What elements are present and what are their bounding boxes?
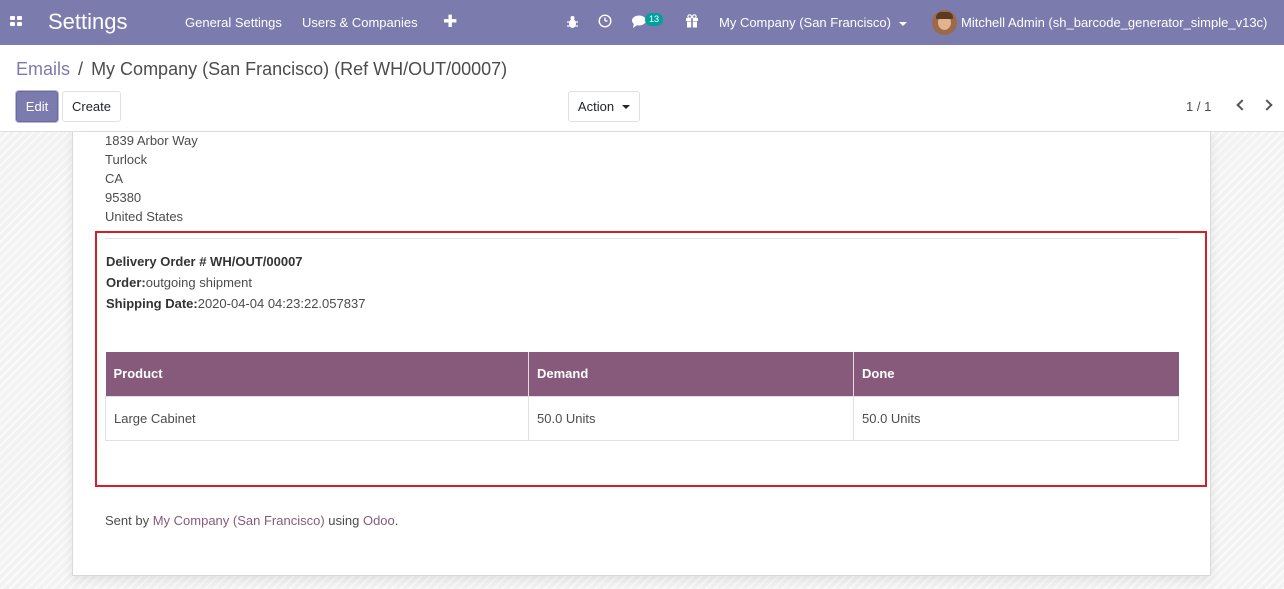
delivery-order-title: Delivery Order # WH/OUT/00007 [106,254,303,269]
cell-demand: 50.0 Units [528,395,854,441]
footer-odoo-link[interactable]: Odoo [363,513,395,528]
shipping-date-label: Shipping Date: [106,296,198,311]
next-record-icon[interactable] [1261,99,1273,111]
user-avatar[interactable] [932,10,957,35]
footer-middle: using [324,513,363,528]
move-lines-table: Product Demand Done Large Cabinet 50.0 U… [105,352,1179,441]
menu-users-companies[interactable]: Users & Companies [302,15,418,30]
create-button[interactable]: Create [62,91,121,122]
breadcrumb: Emails / My Company (San Francisco) (Ref… [16,59,507,80]
column-header-demand: Demand [528,352,854,396]
top-navbar: Settings General Settings Users & Compan… [0,0,1284,45]
footer-company-link[interactable]: My Company (San Francisco) [153,513,325,528]
user-menu[interactable]: Mitchell Admin (sh_barcode_generator_sim… [961,15,1267,30]
app-title[interactable]: Settings [48,9,128,35]
order-label: Order: [106,275,146,290]
company-name: My Company (San Francisco) [719,15,891,30]
bug-icon[interactable] [566,15,579,29]
company-switcher[interactable]: My Company (San Francisco) [719,15,907,30]
previous-record-icon[interactable] [1236,99,1248,111]
delivery-order-title-text: Delivery Order # WH/OUT/00007 [106,254,303,269]
gift-icon[interactable] [685,14,699,28]
breadcrumb-current: My Company (San Francisco) (Ref WH/OUT/0… [91,59,508,79]
caret-down-icon [622,104,631,109]
clock-icon[interactable] [598,14,612,28]
message-count-badge: 13 [645,13,664,26]
apps-menu-icon[interactable] [10,16,23,28]
breadcrumb-separator: / [78,59,84,79]
divider [105,238,1179,239]
email-footer: Sent by My Company (San Francisco) using… [105,513,398,528]
address-zip: 95380 [105,190,142,205]
column-header-product: Product [105,352,529,396]
order-line: Order:outgoing shipment [106,275,252,290]
address-city: Turlock [105,152,148,167]
breadcrumb-emails-link[interactable]: Emails [16,59,70,79]
edit-button[interactable]: Edit [16,91,58,122]
cell-done: 50.0 Units [853,395,1179,441]
caret-down-icon [898,21,907,26]
address-country: United States [105,209,184,224]
cell-product: Large Cabinet [105,395,529,441]
menu-general-settings[interactable]: General Settings [185,15,282,30]
shipping-date-value: 2020-04-04 04:23:22.057837 [197,296,366,311]
shipping-date-line: Shipping Date:2020-04-04 04:23:22.057837 [106,296,365,311]
pager-value[interactable]: 1 / 1 [1186,99,1211,114]
action-dropdown[interactable]: Action [568,91,640,122]
add-menu-icon[interactable]: ✚ [443,12,457,32]
column-header-done: Done [853,352,1179,396]
action-label: Action [577,99,615,114]
footer-prefix: Sent by [105,513,153,528]
address-street: 1839 Arbor Way [105,133,198,148]
order-value: outgoing shipment [145,275,252,290]
table-row: Large Cabinet 50.0 Units 50.0 Units [105,395,1179,441]
footer-suffix: . [394,513,399,528]
address-state: CA [105,171,124,186]
table-header-row: Product Demand Done [105,352,1179,396]
